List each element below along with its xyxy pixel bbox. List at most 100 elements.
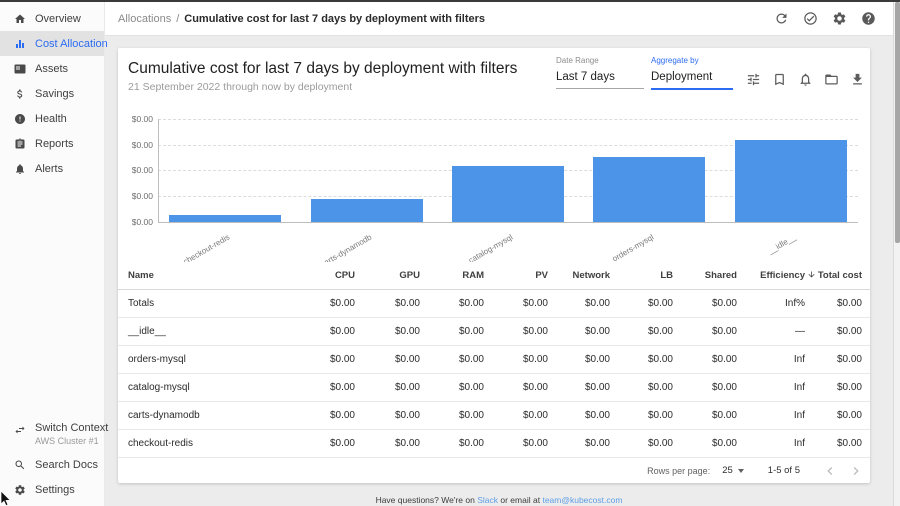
cell-name: carts-dynamodb [128,410,290,421]
check-circle-icon [803,11,818,26]
cell-total-cost: $0.00 [805,410,862,421]
breadcrumb-allocations[interactable]: Allocations [118,13,171,25]
table-row-idle[interactable]: __idle__$0.00$0.00$0.00$0.00$0.00$0.00$0… [118,318,870,346]
notifications-bell-icon [798,72,813,87]
cell-shared: $0.00 [673,298,737,309]
cell-efficiency: — [737,326,805,337]
sidebar-item-settings[interactable]: Settings [0,477,104,502]
y-axis-tick-label: $0.00 [118,165,153,175]
settings-gear-icon [14,484,26,496]
cell-shared: $0.00 [673,382,737,393]
sidebar-item-label: Settings [35,484,75,496]
cell-pv: $0.00 [484,382,548,393]
sidebar-item-search-docs[interactable]: Search Docs [0,452,104,477]
bar-idle[interactable] [735,140,847,222]
table-row-catalog-mysql[interactable]: catalog-mysql$0.00$0.00$0.00$0.00$0.00$0… [118,374,870,402]
cell-network: $0.00 [548,354,610,365]
cell-name: checkout-redis [128,438,290,449]
email-link[interactable]: team@kubecost.com [542,495,622,505]
column-header-shared[interactable]: Shared [673,270,737,281]
next-page-button[interactable] [848,463,864,479]
cell-lb: $0.00 [610,438,673,449]
column-header-efficiency[interactable]: Efficiency [737,270,805,281]
cell-lb: $0.00 [610,326,673,337]
column-header-pv[interactable]: PV [484,270,548,281]
slack-link[interactable]: Slack [477,495,498,505]
bar-catalog-mysql[interactable] [452,166,564,222]
column-header-gpu[interactable]: GPU [355,270,420,281]
cell-cpu: $0.00 [290,438,355,449]
cell-ram: $0.00 [420,298,484,309]
y-axis-tick-label: $0.00 [118,191,153,201]
y-axis-tick-label: $0.00 [118,217,153,227]
folder-button[interactable] [824,72,839,87]
cell-gpu: $0.00 [355,298,420,309]
sidebar-item-assets[interactable]: Assets [0,56,104,81]
cell-pv: $0.00 [484,298,548,309]
column-header-cpu[interactable]: CPU [290,270,355,281]
sidebar-item-overview[interactable]: Overview [0,6,104,31]
bookmark-icon [772,72,787,87]
settings-gear-button[interactable] [832,11,847,26]
column-header-lb[interactable]: LB [610,270,673,281]
report-toolbar [746,72,865,87]
column-header-ram[interactable]: RAM [420,270,484,281]
sidebar-bottom: Switch ContextAWS Cluster #1 Search Docs S… [0,418,104,502]
cell-pv: $0.00 [484,354,548,365]
cell-gpu: $0.00 [355,382,420,393]
health-icon [14,113,26,125]
sidebar-item-label: Search Docs [35,459,98,471]
settings-gear-icon [832,11,847,26]
check-circle-button[interactable] [803,11,818,26]
sidebar-item-cost-allocation[interactable]: Cost Allocation [0,31,104,56]
sidebar-item-health[interactable]: Health [0,106,104,131]
column-header-name[interactable]: Name [128,270,290,281]
cell-efficiency: Inf [737,438,805,449]
cell-shared: $0.00 [673,326,737,337]
dollar-icon [14,88,26,100]
help-button[interactable] [861,11,876,26]
cell-ram: $0.00 [420,438,484,449]
cell-network: $0.00 [548,382,610,393]
bar-orders-mysql[interactable] [593,157,705,222]
table-row-totals[interactable]: Totals$0.00$0.00$0.00$0.00$0.00$0.00$0.0… [118,290,870,318]
cell-network: $0.00 [548,410,610,421]
cell-cpu: $0.00 [290,382,355,393]
cell-total-cost: $0.00 [805,382,862,393]
column-header-total-cost[interactable]: Total cost [805,270,862,281]
date-range-select[interactable]: Last 7 days [556,71,644,89]
vertical-scrollbar[interactable] [893,2,900,506]
tune-filter-button[interactable] [746,72,761,87]
table-row-checkout-redis[interactable]: checkout-redis$0.00$0.00$0.00$0.00$0.00$… [118,430,870,458]
footer-text-2: or email at [500,495,540,505]
refresh-button[interactable] [774,11,789,26]
cell-lb: $0.00 [610,298,673,309]
x-axis-line [158,222,858,223]
sidebar-item-savings[interactable]: Savings [0,81,104,106]
notifications-bell-button[interactable] [798,72,813,87]
folder-icon [824,72,839,87]
cell-network: $0.00 [548,298,610,309]
download-button[interactable] [850,72,865,87]
rows-per-page-select[interactable]: 25 [722,465,744,476]
column-header-network[interactable]: Network [548,270,610,281]
rows-per-page-value: 25 [722,465,733,476]
cell-name: Totals [128,298,290,309]
sidebar-item-switch-context[interactable]: Switch ContextAWS Cluster #1 [0,418,104,452]
sidebar-item-alerts[interactable]: Alerts [0,156,104,181]
cell-shared: $0.00 [673,410,737,421]
bar-carts-dynamodb[interactable] [311,199,423,222]
previous-page-button[interactable] [822,463,838,479]
sidebar-item-label: Reports [35,138,74,150]
cell-efficiency: Inf% [737,298,805,309]
aggregate-by-select[interactable]: Deployment [651,71,733,90]
table-row-carts-dynamodb[interactable]: carts-dynamodb$0.00$0.00$0.00$0.00$0.00$… [118,402,870,430]
cell-total-cost: $0.00 [805,354,862,365]
table-row-orders-mysql[interactable]: orders-mysql$0.00$0.00$0.00$0.00$0.00$0.… [118,346,870,374]
bookmark-button[interactable] [772,72,787,87]
scrollbar-thumb[interactable] [895,2,900,243]
cell-pv: $0.00 [484,326,548,337]
sidebar-item-reports[interactable]: Reports [0,131,104,156]
rows-per-page-label: Rows per page: [647,466,710,476]
bar-checkout-redis[interactable] [169,215,281,222]
